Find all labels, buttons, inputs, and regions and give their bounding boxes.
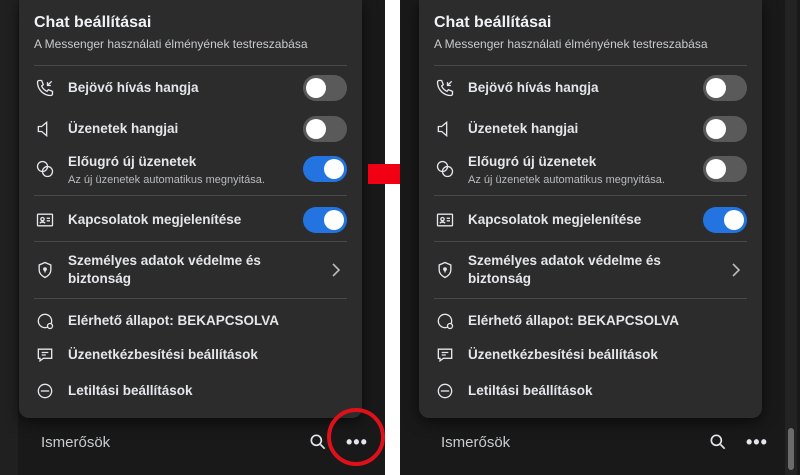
speaker-icon [34,118,56,140]
blocking-settings-label: Letiltási beállítások [68,383,193,398]
chat-settings-menu: Chat beállításai A Messenger használati … [419,0,762,418]
show-contacts-toggle[interactable] [703,207,747,233]
message-sounds-row[interactable]: Üzenetek hangjai [434,116,747,142]
contacts-bar: Ismerősök ••• [18,424,378,460]
menu-title: Chat beállításai [34,14,152,31]
incoming-call-sound-toggle[interactable] [303,75,347,101]
search-icon[interactable] [308,432,328,452]
message-sounds-row[interactable]: Üzenetek hangjai [34,116,347,142]
more-icon[interactable]: ••• [746,432,772,452]
blocking-settings-row[interactable]: Letiltási beállítások [434,378,747,404]
divider [434,65,747,66]
message-delivery-icon [34,344,56,366]
contact-card-icon [434,209,456,231]
menu-subtitle: A Messenger használati élményének testre… [434,37,708,51]
settings-panel-before: Chat beállításai A Messenger használati … [0,0,385,475]
active-status-icon [34,310,56,332]
toggle-knob [706,159,726,179]
message-sounds-toggle[interactable] [703,116,747,142]
scrollbar[interactable] [785,0,797,475]
contact-card-icon [34,209,56,231]
contacts-title: Ismerősök [441,434,511,451]
message-sounds-toggle[interactable] [303,116,347,142]
scrollbar-thumb[interactable] [788,428,794,470]
highlight-circle [327,408,385,466]
message-delivery-label: Üzenetkézbesítési beállítások [68,347,258,362]
message-sounds-label: Üzenetek hangjai [68,121,179,136]
contacts-bar: Ismerősök ••• [418,424,778,460]
contacts-title: Ismerősök [41,434,111,451]
search-icon[interactable] [708,432,728,452]
toggle-knob [306,78,326,98]
popup-messages-row[interactable]: Előugró új üzenetek Az új üzenetek autom… [434,150,747,188]
menu-title: Chat beállításai [434,14,552,31]
chat-bubbles-icon [34,158,56,180]
divider [34,241,347,242]
show-contacts-toggle[interactable] [303,207,347,233]
shield-icon [34,259,56,281]
phone-incoming-icon [434,77,456,99]
incoming-call-sound-label: Bejövő hívás hangja [468,80,599,95]
active-status-label: Elérhető állapot: BEKAPCSOLVA [468,313,680,328]
divider [34,298,347,299]
show-contacts-label: Kapcsolatok megjelenítése [468,212,642,227]
divider [434,298,747,299]
incoming-call-sound-toggle[interactable] [703,75,747,101]
block-icon [434,380,456,402]
chevron-right-icon [332,263,341,277]
popup-messages-label: Előugró új üzenetek [68,153,197,169]
popup-messages-row[interactable]: Előugró új üzenetek Az új üzenetek autom… [34,150,347,188]
message-delivery-row[interactable]: Üzenetkézbesítési beállítások [434,342,747,368]
message-delivery-row[interactable]: Üzenetkézbesítési beállítások [34,342,347,368]
background-strip [0,0,18,475]
toggle-knob [706,78,726,98]
blocking-settings-label: Letiltási beállítások [468,383,593,398]
show-contacts-label: Kapcsolatok megjelenítése [68,212,242,227]
active-status-label: Elérhető állapot: BEKAPCSOLVA [68,313,280,328]
toggle-knob [324,159,344,179]
show-contacts-row[interactable]: Kapcsolatok megjelenítése [434,207,747,233]
divider [434,195,747,196]
phone-incoming-icon [34,77,56,99]
privacy-security-row[interactable]: Személyes adatok védelme és biztonság [34,250,347,290]
shield-icon [434,259,456,281]
privacy-security-label: Személyes adatok védelme és biztonság [68,253,261,286]
blocking-settings-row[interactable]: Letiltási beállítások [34,378,347,404]
toggle-knob [306,119,326,139]
popup-messages-toggle[interactable] [303,156,347,182]
incoming-call-sound-label: Bejövő hívás hangja [68,80,199,95]
toggle-knob [706,119,726,139]
menu-subtitle: A Messenger használati élményének testre… [34,37,308,51]
active-status-row[interactable]: Elérhető állapot: BEKAPCSOLVA [434,308,747,334]
show-contacts-row[interactable]: Kapcsolatok megjelenítése [34,207,347,233]
popup-messages-label: Előugró új üzenetek [468,153,597,169]
incoming-call-sound-row[interactable]: Bejövő hívás hangja [434,75,747,101]
toggle-knob [324,210,344,230]
chat-settings-menu: Chat beállításai A Messenger használati … [19,0,362,418]
message-sounds-label: Üzenetek hangjai [468,121,579,136]
message-delivery-label: Üzenetkézbesítési beállítások [468,347,658,362]
divider [434,241,747,242]
chevron-right-icon [732,263,741,277]
incoming-call-sound-row[interactable]: Bejövő hívás hangja [34,75,347,101]
popup-messages-toggle[interactable] [703,156,747,182]
privacy-security-label: Személyes adatok védelme és biztonság [468,253,661,286]
active-status-row[interactable]: Elérhető állapot: BEKAPCSOLVA [34,308,347,334]
message-delivery-icon [434,344,456,366]
popup-messages-sublabel: Az új üzenetek automatikus megnyitása. [468,173,665,186]
privacy-security-row[interactable]: Személyes adatok védelme és biztonság [434,250,747,290]
block-icon [34,380,56,402]
divider [34,195,347,196]
active-status-icon [434,310,456,332]
settings-panel-after: Chat beállításai A Messenger használati … [400,0,800,475]
popup-messages-sublabel: Az új üzenetek automatikus megnyitása. [68,173,265,186]
toggle-knob [724,210,744,230]
speaker-icon [434,118,456,140]
divider [34,65,347,66]
chat-bubbles-icon [434,158,456,180]
